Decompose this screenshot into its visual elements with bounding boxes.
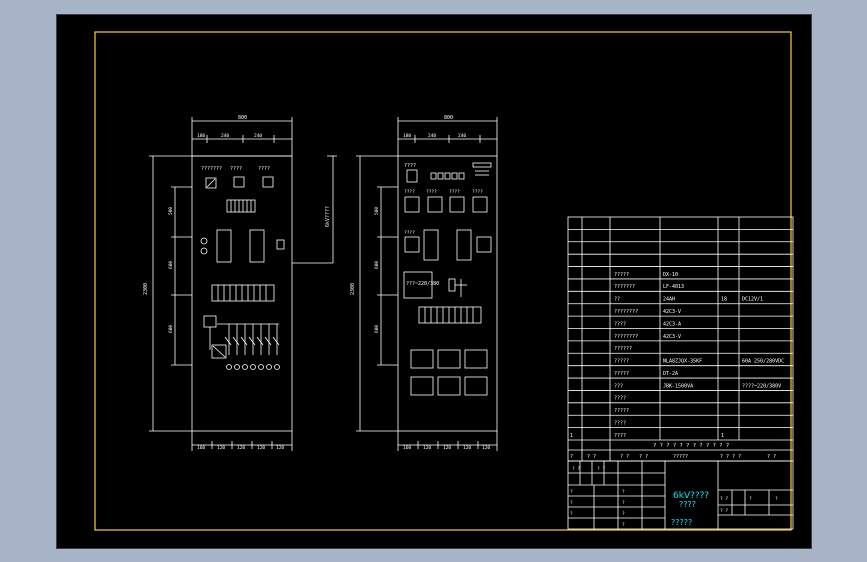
side-top-width: 800: [444, 115, 453, 121]
bom-cell-qty: 18: [721, 297, 727, 303]
bom-table: ????? DX-10??????? LF-4013?? 24AH 18 DC12V/1?…: [567, 216, 794, 462]
side-label-4: ????: [449, 189, 460, 195]
bom-footer-title: ? ? ? ? ? ? ? ? ? ? ? ?: [653, 443, 729, 449]
bom-header-5: ?????: [673, 454, 688, 460]
side-bseg-4: 120: [463, 445, 471, 451]
bom-cell-model: 24AH: [663, 297, 675, 303]
front-view: 800 180 240 240 2300 500 600 600 ???????…: [143, 115, 293, 451]
bom-cell-name: ?????: [614, 371, 629, 377]
front-vdim-2: 600: [168, 261, 174, 269]
bom-cell-model: 42C3-V: [663, 309, 681, 315]
bom-header-4: ? ?: [639, 454, 648, 460]
bom-cell-model: DX-10: [663, 272, 678, 278]
bom-cell-name: ?????: [614, 359, 629, 365]
front-bseg-5: 120: [276, 445, 284, 451]
tb-cell-5: ?: [570, 511, 573, 517]
front-vdim-1: 500: [168, 207, 174, 215]
bom-header-1: ?: [570, 454, 573, 460]
bom-header-3: ? ?: [620, 454, 629, 460]
bom-cell-name: ????????: [614, 309, 638, 315]
tb-cell-3: ?: [570, 489, 573, 495]
side-view: 800 180 240 240 2300 500 600 600 ???? ??…: [350, 115, 498, 451]
side-bseg-3: 120: [443, 445, 451, 451]
bom-header-2: ? ?: [587, 454, 596, 460]
front-height-dim: 2300: [143, 283, 149, 295]
side-label-6: ????: [404, 230, 415, 236]
side-seg-3: 240: [458, 133, 466, 139]
side-seg-2: 240: [428, 133, 436, 139]
bom-cell-note: DC12V/1: [742, 297, 763, 303]
front-top-width: 800: [238, 115, 247, 121]
side-box-note: ???~220/380: [406, 281, 439, 287]
tb-cell-9: ?: [622, 522, 625, 528]
bom-rows: ????? DX-10??????? LF-4013?? 24AH 18 DC12V/1?…: [568, 228, 793, 439]
side-label-5: ????: [472, 189, 483, 195]
tb-cell-8: ?: [622, 511, 625, 517]
tb-cell-12: ?: [749, 496, 752, 502]
tb-cell-7: ?: [622, 500, 625, 506]
drawing-subtitle: ????: [679, 500, 696, 509]
bom-cell-model: DT-2A: [663, 371, 678, 377]
bom-cell-name: ????: [614, 321, 626, 327]
connector-leader: 6kV????: [292, 155, 337, 264]
tb-cell-6: ?: [622, 489, 625, 495]
bom-cell-model: LF-4013: [663, 284, 684, 290]
bom-cell-name: ??: [614, 297, 620, 303]
tb-cell-10: ? ?: [720, 496, 728, 502]
cad-viewport[interactable]: 800 180 240 240 2300 500 600 600 ???????…: [56, 14, 812, 549]
bom-header-7: ? ?: [767, 454, 776, 460]
tb-cell-4: ?: [570, 500, 573, 506]
bom-cell-name: ?????: [614, 408, 629, 414]
bom-row-index: 1: [570, 433, 573, 439]
bom-cell-note: 60A 250/280VDC: [742, 359, 784, 365]
side-seg-1: 180: [403, 133, 411, 139]
front-label-3: ????: [258, 166, 270, 172]
front-bseg-4: 120: [257, 445, 265, 451]
side-bseg-5: 120: [482, 445, 490, 451]
bom-cell-name: ???: [614, 383, 623, 389]
side-width-dim: 6kV????: [325, 206, 331, 227]
front-bseg-3: 120: [237, 445, 245, 451]
title-block: ? ? ? ? ? ? ? ? ? ? ? ? ? ? ? ? ? 6kV???…: [567, 460, 794, 530]
bom-cell-qty: 1: [721, 433, 724, 439]
front-vdim-3: 600: [168, 325, 174, 333]
bom-cell-model: 42C3-A: [663, 321, 681, 327]
front-seg-1: 180: [197, 133, 205, 139]
bom-cell-model: NLA8ZJQX-35KF: [663, 359, 702, 365]
bom-header-6: ? ? ? ?: [720, 454, 741, 460]
bom-cell-name: ???????: [614, 284, 635, 290]
front-label-2: ????: [230, 166, 242, 172]
side-label-3: ????: [426, 189, 437, 195]
side-label-1: ????: [404, 163, 416, 169]
side-bseg-1: 160: [403, 445, 411, 451]
tb-cell-11: ? ?: [720, 508, 728, 514]
front-label-1: ???????: [201, 166, 222, 172]
company-name: ?????: [671, 518, 692, 527]
tb-cell-1: ? ?: [572, 466, 580, 472]
side-vdim-1: 500: [374, 207, 380, 215]
bom-cell-name: ????: [614, 421, 626, 427]
bom-cell-model: JBK-1500VA: [663, 383, 693, 389]
tb-cell-2: ? ?: [597, 466, 605, 472]
front-seg-3: 240: [254, 133, 262, 139]
bom-cell-name: ????????: [614, 334, 638, 340]
side-height-dim: 2300: [350, 283, 356, 295]
side-vdim-2: 600: [374, 261, 380, 269]
front-bseg-1: 160: [197, 445, 205, 451]
bom-cell-model: 42C3-V: [663, 334, 681, 340]
front-seg-2: 240: [221, 133, 229, 139]
tb-cell-13: ?: [775, 496, 778, 502]
bom-cell-name: ????: [614, 396, 626, 402]
bom-cell-name: ?????: [614, 272, 629, 278]
bom-cell-name: ??????: [614, 346, 632, 352]
bom-cell-name: ????: [614, 433, 626, 439]
bom-cell-note: ????~220/380V: [742, 383, 781, 389]
front-bseg-2: 120: [217, 445, 225, 451]
side-label-2: ????: [404, 189, 415, 195]
side-vdim-3: 600: [374, 325, 380, 333]
side-bseg-2: 120: [423, 445, 431, 451]
